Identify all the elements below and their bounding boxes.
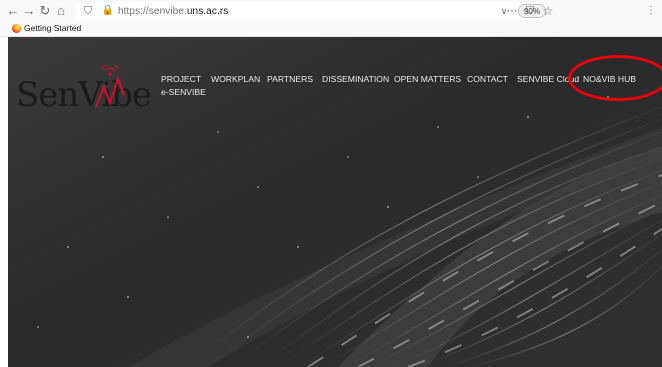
nav-contact[interactable]: CONTACT bbox=[467, 74, 508, 84]
forward-arrow-icon[interactable]: → bbox=[21, 3, 37, 19]
nav-open-matters[interactable]: OPEN MATTERS bbox=[394, 74, 461, 84]
nav-partners[interactable]: PARTNERS bbox=[267, 74, 313, 84]
home-icon[interactable]: ⌂ bbox=[53, 3, 69, 19]
firefox-icon bbox=[12, 23, 21, 33]
bookmark-star-icon[interactable]: ☆ bbox=[540, 3, 556, 19]
nav-e-senvibe[interactable]: e-SENVIBE bbox=[161, 87, 206, 97]
bookmark-getting-started[interactable]: Getting Started bbox=[12, 23, 81, 33]
bookmarks-toolbar: Getting Started bbox=[0, 22, 662, 37]
overflow-menu-icon[interactable]: ⋮ bbox=[643, 3, 659, 19]
browser-toolbar: ← → ↻ ⌂ ⛉ 🔒 https://senvibe.uns.ac.rs ∨ … bbox=[0, 0, 662, 22]
annotation-circle bbox=[568, 55, 662, 101]
bookmark-label: Getting Started bbox=[24, 23, 82, 33]
nav-project[interactable]: PROJECT bbox=[161, 74, 201, 84]
pocket-icon[interactable]: ⛉ bbox=[522, 3, 538, 19]
lock-icon[interactable]: 🔒 bbox=[100, 3, 116, 19]
main-navigation: PROJECT WORKPLAN PARTNERS DISSEMINATION … bbox=[8, 37, 662, 117]
hero-banner: SenVibe PROJECT WORKPLAN PARTNERS DISSEM… bbox=[8, 37, 662, 367]
more-actions-icon[interactable]: ⋯ bbox=[504, 3, 520, 19]
back-arrow-icon[interactable]: ← bbox=[5, 3, 21, 19]
nav-workplan[interactable]: WORKPLAN bbox=[211, 74, 260, 84]
nav-dissemination[interactable]: DISSEMINATION bbox=[322, 74, 389, 84]
url-bar[interactable]: ⛉ 🔒 https://senvibe.uns.ac.rs ∨ 90% bbox=[76, 2, 546, 20]
reload-icon[interactable]: ↻ bbox=[37, 3, 53, 19]
shield-icon[interactable]: ⛉ bbox=[80, 3, 96, 19]
url-text[interactable]: https://senvibe.uns.ac.rs bbox=[118, 6, 228, 17]
